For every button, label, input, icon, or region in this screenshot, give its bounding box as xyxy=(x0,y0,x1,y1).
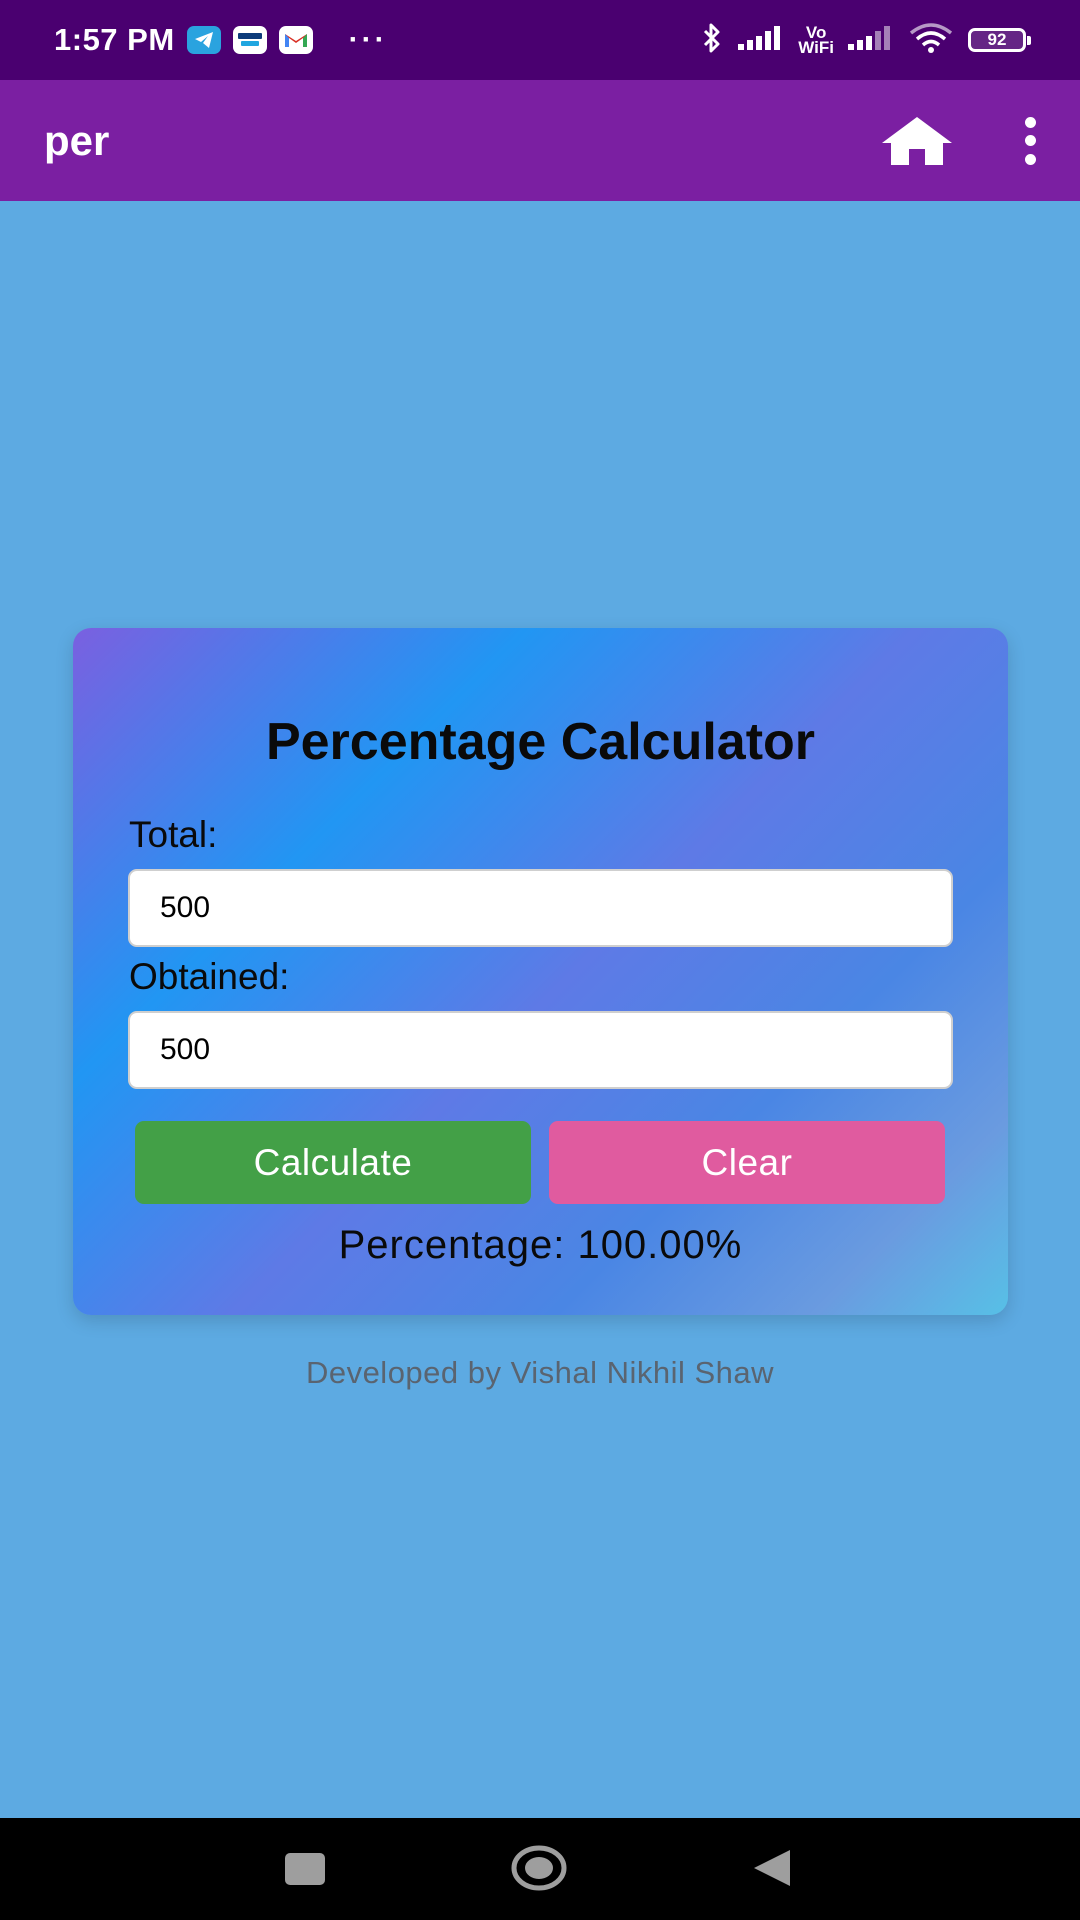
home-button[interactable] xyxy=(880,115,954,167)
gmail-icon xyxy=(278,26,313,54)
total-input[interactable] xyxy=(128,869,953,947)
obtained-input[interactable] xyxy=(128,1011,953,1089)
recent-apps-icon xyxy=(285,1853,325,1885)
recent-apps-button[interactable] xyxy=(284,1852,326,1886)
signal-icon-sim2 xyxy=(848,24,894,57)
battery-level: 92 xyxy=(987,30,1007,49)
notification-icons: ··· xyxy=(186,23,388,57)
app-title: per xyxy=(44,116,110,164)
calculator-card: Percentage Calculator Total: Obtained: C… xyxy=(73,628,1008,1315)
wifi-icon xyxy=(908,22,954,58)
back-icon xyxy=(754,1850,790,1886)
calculate-button[interactable]: Calculate xyxy=(135,1121,531,1204)
nav-home-icon xyxy=(511,1845,567,1891)
clear-button[interactable]: Clear xyxy=(549,1121,945,1204)
status-time: 1:57 PM xyxy=(54,22,175,57)
developer-credit: Developed by Vishal Nikhil Shaw xyxy=(305,1355,775,1390)
percentage-result: Percentage: 100.00% xyxy=(338,1223,743,1267)
bluetooth-icon xyxy=(700,22,724,59)
status-bar: 1:57 PM ··· Vo WiFi 92 xyxy=(0,0,1080,80)
obtained-label: Obtained: xyxy=(129,956,290,997)
vowifi-indicator: Vo WiFi xyxy=(798,23,834,57)
home-icon xyxy=(882,116,952,165)
battery-icon: 92 xyxy=(968,28,1031,52)
calculator-title: Percentage Calculator xyxy=(265,713,816,771)
telegram-icon xyxy=(186,26,221,54)
back-button[interactable] xyxy=(752,1848,792,1888)
signal-icon-sim1 xyxy=(738,24,784,57)
app-bar: per xyxy=(0,80,1080,201)
nav-home-button[interactable] xyxy=(510,1844,568,1892)
system-indicators: Vo WiFi 92 xyxy=(700,22,1031,59)
more-options-button[interactable] xyxy=(1018,116,1042,165)
total-label: Total: xyxy=(129,814,218,855)
paytm-icon xyxy=(232,26,267,54)
more-notifications-icon: ··· xyxy=(348,23,388,56)
more-vertical-icon xyxy=(1024,116,1036,128)
navigation-bar xyxy=(0,1818,1080,1920)
